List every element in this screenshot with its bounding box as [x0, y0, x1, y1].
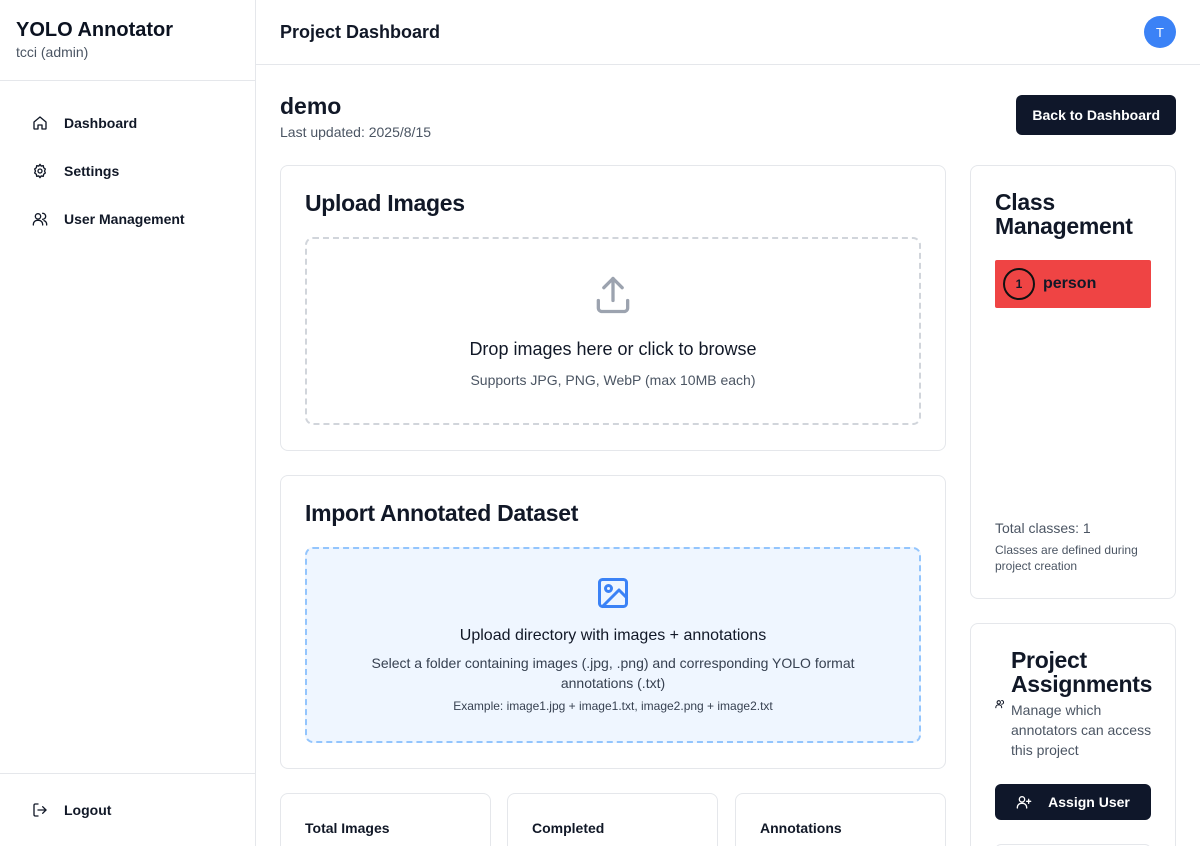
upload-title: Upload Images	[305, 190, 465, 216]
class-name: person	[1043, 275, 1097, 292]
import-subtext: Select a folder containing images (.jpg,…	[371, 655, 855, 691]
stat-label: Total Images	[305, 820, 390, 836]
main-content: demo Last updated: 2025/8/15 Back to Das…	[256, 65, 1200, 846]
image-dropzone[interactable]: Drop images here or click to browse Supp…	[305, 237, 921, 425]
stat-card-completed: Completed	[507, 793, 718, 846]
class-note: Classes are defined during project creat…	[995, 543, 1138, 573]
import-example: Example: image1.jpg + image1.txt, image2…	[453, 699, 773, 713]
assignments-description: Manage which annotators can access this …	[1011, 702, 1152, 758]
back-to-dashboard-button[interactable]: Back to Dashboard	[1016, 95, 1176, 135]
app-title: YOLO Annotator	[16, 19, 174, 41]
upload-images-card: Upload Images Drop images here or click …	[280, 165, 946, 451]
project-header: demo Last updated: 2025/8/15	[280, 93, 431, 140]
import-title: Import Annotated Dataset	[305, 500, 579, 526]
brand: YOLO Annotator tcci (admin)	[0, 0, 255, 81]
sidebar-item-dashboard[interactable]: Dashboard	[0, 99, 255, 147]
logout-label: Logout	[64, 802, 112, 818]
sidebar-item-user-management[interactable]: User Management	[0, 195, 255, 243]
stat-card-annotations: Annotations	[735, 793, 946, 846]
logout-button[interactable]: Logout	[0, 773, 255, 846]
sidebar-item-settings[interactable]: Settings	[0, 147, 255, 195]
stat-label: Annotations	[760, 820, 842, 836]
assign-user-label: Assign User	[1048, 794, 1130, 810]
import-dataset-card: Import Annotated Dataset Upload director…	[280, 475, 946, 769]
class-total: Total classes: 1	[995, 520, 1091, 536]
logout-icon	[33, 803, 47, 817]
stat-label: Completed	[532, 820, 605, 836]
dataset-dropzone[interactable]: Upload directory with images + annotatio…	[305, 547, 921, 743]
dropzone-subtext: Supports JPG, PNG, WebP (max 10MB each)	[470, 372, 756, 388]
home-icon	[33, 116, 47, 130]
sidebar: YOLO Annotator tcci (admin) Dashboard Se…	[0, 0, 256, 846]
top-header: Project Dashboard T	[256, 0, 1200, 65]
import-main-text: Upload directory with images + annotatio…	[459, 627, 767, 644]
page-title: Project Dashboard	[280, 21, 441, 42]
avatar[interactable]: T	[1144, 16, 1176, 48]
stat-card-total-images: Total Images	[280, 793, 491, 846]
assignments-header: Project Assignments Manage which annotat…	[995, 647, 1153, 760]
project-assignments-card: Project Assignments Manage which annotat…	[970, 623, 1176, 846]
sidebar-item-label: User Management	[64, 211, 185, 227]
assign-user-button[interactable]: Assign User	[995, 784, 1151, 820]
gear-icon	[34, 163, 46, 179]
current-user: tcci (admin)	[16, 44, 89, 60]
sidebar-nav: Dashboard Settings User Management	[0, 81, 255, 243]
upload-icon	[596, 276, 630, 314]
users-icon	[995, 699, 1005, 709]
project-name: demo	[280, 93, 342, 119]
dropzone-text: Drop images here or click to browse	[469, 339, 757, 359]
class-management-card: Class Management 1 person Total classes:…	[970, 165, 1176, 599]
project-updated: Last updated: 2025/8/15	[280, 124, 432, 140]
class-management-title: Class Management	[995, 189, 1133, 239]
user-plus-icon	[1016, 796, 1032, 809]
image-icon	[598, 578, 628, 608]
assignments-title: Project Assignments	[1011, 647, 1153, 697]
users-icon	[32, 212, 48, 226]
class-number-badge: 1	[1003, 268, 1035, 300]
class-item[interactable]: 1 person	[995, 260, 1151, 308]
sidebar-item-label: Dashboard	[64, 115, 138, 131]
sidebar-item-label: Settings	[64, 163, 120, 179]
